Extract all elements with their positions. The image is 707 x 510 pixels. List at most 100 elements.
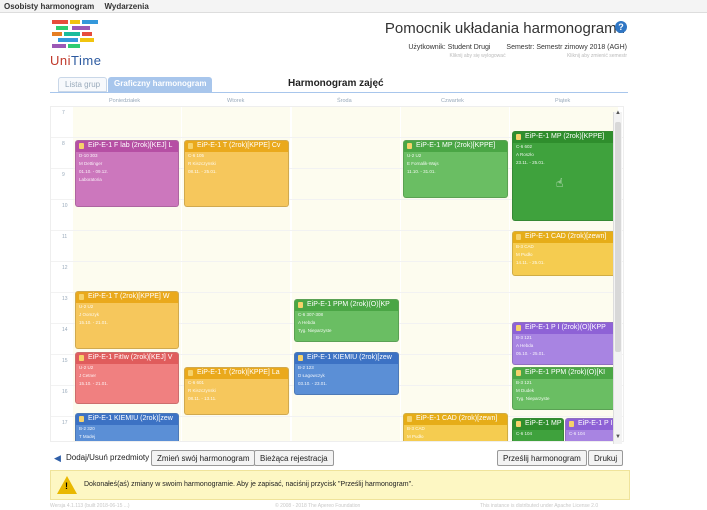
page-title: Pomocnik układania harmonogramu bbox=[384, 20, 625, 37]
event-title: EiP-E-1 CAD (2rok)[zewn] bbox=[513, 232, 615, 243]
change-schedule-button[interactable]: Zmień swój harmonogram bbox=[151, 450, 256, 466]
logo-text: UniTime bbox=[50, 53, 102, 68]
event-detail: B-2 123 bbox=[298, 365, 314, 370]
event-detail: J Cetner bbox=[79, 373, 97, 378]
event-detail: 15.10. - 21.01. bbox=[79, 320, 109, 325]
event-detail: 23.11. - 25.01. bbox=[516, 160, 545, 165]
hour-label: 12 bbox=[62, 265, 68, 271]
day-header-friday: Piątek bbox=[555, 98, 571, 104]
event-block[interactable]: EiP-E-1 KIEMIU (2rok)[zew B-2 320 T Made… bbox=[75, 413, 179, 441]
event-detail: 14.11. - 25.01. bbox=[516, 260, 545, 265]
event-detail: C-6 104 bbox=[516, 431, 533, 436]
submit-schedule-button[interactable]: Prześlij harmonogram bbox=[497, 450, 587, 466]
user-label[interactable]: Użytkownik: Student Drugi bbox=[408, 44, 490, 51]
semester-hint: Kliknij aby zmienić semestr bbox=[566, 53, 627, 59]
bottom-toolbar: ◀ Dodaj/Usuń przedmioty Zmień swój harmo… bbox=[50, 450, 630, 468]
event-block[interactable]: EiP-E-1 MP (2rok)[KPPE] U-2 U2 E Fornali… bbox=[403, 140, 508, 198]
event-title: EiP-E-1 MP (2rok)[KPPE] bbox=[404, 141, 507, 152]
event-detail: M Dudek bbox=[516, 388, 535, 393]
current-registration-button[interactable]: Bieżąca rejestracja bbox=[254, 450, 334, 466]
event-detail: U-2 U2 bbox=[79, 365, 94, 370]
scrollbar-thumb[interactable] bbox=[615, 122, 621, 352]
event-block[interactable]: EiP-E-1 KIEMIU (2rok)[zew B-2 123 D Łago… bbox=[294, 352, 399, 395]
event-block[interactable]: EiP-E-1 T (2rok)[KPPE] W U-2 U2 J Oomzyk… bbox=[75, 291, 179, 349]
unitime-logo: UniTime bbox=[50, 20, 110, 70]
event-title: EiP-E-1 T (2rok)[KPPE] Cv bbox=[185, 141, 288, 152]
event-title: EiP-E-1 KIEMIU (2rok)[zew bbox=[76, 414, 178, 425]
event-detail: C-6 602 bbox=[516, 144, 533, 149]
print-button[interactable]: Drukuj bbox=[588, 450, 624, 466]
hour-label: 9 bbox=[62, 172, 65, 178]
event-block[interactable]: EiP-E-1 T (2rok)[KPPE] La C-6 601 R Kisz… bbox=[184, 367, 289, 415]
tab-group-list[interactable]: Lista grup bbox=[58, 77, 108, 92]
event-block[interactable]: EiP-E-1 CAD (2rok)[zewn] B-3 CAD M Pudło… bbox=[512, 231, 616, 276]
semester-label[interactable]: Semestr: Semestr zimowy 2018 (AGH) bbox=[506, 44, 627, 51]
event-detail: E Fornalik-Wajs bbox=[407, 161, 439, 166]
hour-label: 15 bbox=[62, 358, 68, 364]
event-title: EiP-E-1 PPM (2rok)(O)[KI bbox=[513, 368, 615, 379]
event-detail: M Pudło bbox=[516, 252, 533, 257]
hour-label: 13 bbox=[62, 296, 68, 302]
event-block[interactable]: EiP-E-1 F lab (2rok)[KEJ] L D-10 303 M D… bbox=[75, 140, 179, 207]
event-detail: 15.10. - 21.01. bbox=[79, 381, 109, 386]
event-block[interactable]: EiP-E-1 MP C-6 104 bbox=[512, 418, 564, 441]
scroll-up-arrow-icon[interactable]: ▲ bbox=[615, 110, 621, 116]
event-detail: B-3 CAD bbox=[516, 244, 534, 249]
event-detail: M Dettinger bbox=[79, 161, 103, 166]
hour-label: 14 bbox=[62, 327, 68, 333]
event-detail: T Madej bbox=[79, 434, 96, 439]
logo-grid-graphic bbox=[52, 20, 100, 50]
top-menu-bar: Osobisty harmonogram Wydarzenia bbox=[0, 0, 707, 13]
hour-label: 16 bbox=[62, 389, 68, 395]
user-hint: Kliknij aby się wylogować Kliknij aby zm… bbox=[389, 53, 627, 59]
menu-item-personal-schedule[interactable]: Osobisty harmonogram bbox=[0, 0, 98, 13]
event-detail: B-2 320 bbox=[79, 426, 95, 431]
day-header-tuesday: Wtorek bbox=[227, 98, 245, 104]
event-detail: C-6 307-308 bbox=[298, 312, 324, 317]
schedule-grid[interactable]: 7 8 9 10 11 12 13 14 15 16 17 EiP-E-1 F … bbox=[50, 106, 624, 442]
event-title: EiP-E-1 F lab (2rok)[KEJ] L bbox=[76, 141, 178, 152]
event-block[interactable]: EiP-E-1 P I (2rok)(O)[KPP B-3 121 A Hebd… bbox=[512, 322, 616, 365]
event-block-selected[interactable]: EiP-E-1 MP (2rok)[KPPE] C-6 602 A Roszło… bbox=[512, 131, 616, 221]
footer-version: Wersja 4.1.113 (built 2018-06-15 ...) bbox=[50, 503, 130, 509]
help-icon[interactable]: ? bbox=[615, 21, 627, 33]
event-detail: C-6 105 bbox=[188, 153, 205, 158]
event-detail: R Kiszczynski bbox=[188, 388, 216, 393]
scroll-down-arrow-icon[interactable]: ▼ bbox=[615, 434, 621, 440]
event-detail: C-6 104 bbox=[569, 431, 586, 436]
event-detail: R Kiszczynski bbox=[188, 161, 216, 166]
footer-copyright[interactable]: © 2008 - 2018 The Apereo Foundation bbox=[275, 503, 360, 509]
event-block[interactable]: EiP-E-1 CAD (2rok)[zewn] B-3 CAD M Pudło bbox=[403, 413, 508, 441]
event-block[interactable]: EiP-E-1 P I C-6 104 bbox=[565, 418, 616, 441]
event-detail: 08.11. - 13.11. bbox=[188, 396, 217, 401]
event-block[interactable]: EiP-E-1 PPM (2rok)(O)[KP C-6 307-308 A H… bbox=[294, 299, 399, 342]
event-detail: B-3 121 bbox=[516, 380, 532, 385]
event-block[interactable]: EiP-E-1 FitIw (2rok)[KEJ] V U-2 U2 J Cet… bbox=[75, 352, 179, 404]
event-detail: C-6 601 bbox=[188, 380, 205, 385]
hand-cursor-icon: ☝ bbox=[556, 176, 564, 190]
tab-graphic-schedule[interactable]: Graficzny harmonogram bbox=[108, 77, 213, 92]
event-title: EiP-E-1 T (2rok)[KPPE] W bbox=[76, 292, 178, 303]
menu-item-events[interactable]: Wydarzenia bbox=[100, 0, 152, 13]
event-title: EiP-E-1 CAD (2rok)[zewn] bbox=[404, 414, 507, 425]
event-detail: 05.10. - 25.01. bbox=[516, 351, 546, 356]
warning-banner: ! Dokonałeś(aś) zmiany w swoim harmonogr… bbox=[50, 470, 630, 500]
schedule-title: Harmonogram zajęć bbox=[288, 78, 384, 89]
day-header-wednesday: Środa bbox=[337, 98, 352, 104]
event-detail: U-2 U2 bbox=[407, 153, 422, 158]
event-title: EiP-E-1 P I (2rok)(O)[KPP bbox=[513, 323, 615, 334]
event-title: EiP-E-1 MP bbox=[513, 419, 563, 430]
event-detail: Tyg. Nieparzyste bbox=[298, 328, 332, 333]
event-detail: 01.10. - 09.12. bbox=[79, 169, 109, 174]
add-remove-courses-button[interactable]: ◀ Dodaj/Usuń przedmioty bbox=[50, 450, 154, 466]
event-detail: M Pudło bbox=[407, 434, 424, 439]
event-block[interactable]: EiP-E-1 T (2rok)[KPPE] Cv C-6 105 R Kisz… bbox=[184, 140, 289, 207]
arrow-left-icon: ◀ bbox=[54, 453, 61, 463]
tab-divider bbox=[50, 92, 628, 93]
event-title: EiP-E-1 MP (2rok)[KPPE] bbox=[513, 132, 615, 143]
event-title: EiP-E-1 FitIw (2rok)[KEJ] V bbox=[76, 353, 178, 364]
event-title: EiP-E-1 KIEMIU (2rok)[zew bbox=[295, 353, 398, 364]
user-info: Użytkownik: Student Drugi Semestr: Semes… bbox=[394, 44, 627, 51]
event-block[interactable]: EiP-E-1 PPM (2rok)(O)[KI B-3 121 M Dudek… bbox=[512, 367, 616, 410]
warning-icon: ! bbox=[57, 476, 77, 494]
